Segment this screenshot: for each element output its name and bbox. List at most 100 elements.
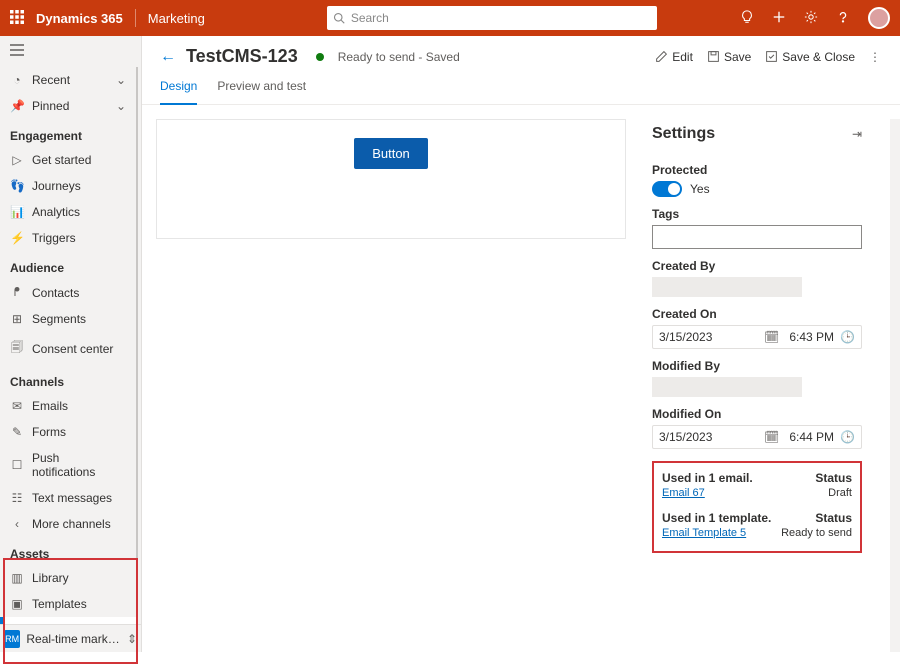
settings-panel: Settings ⇥ Protected Yes Tags Created By… — [648, 119, 880, 652]
sidebar-label: Get started — [32, 153, 91, 167]
block-icon: ⊕ — [10, 623, 24, 624]
sidebar-item-recent[interactable]: ◔ Recent ⌄ — [0, 67, 136, 93]
scrollbar[interactable] — [890, 119, 900, 652]
calendar-icon: 🗓 — [764, 330, 779, 344]
created-by-label: Created By — [652, 259, 862, 273]
content-button[interactable]: Button — [354, 138, 428, 169]
sidebar-item-push[interactable]: ☐Push notifications — [0, 445, 136, 485]
modified-on-field[interactable]: 3/15/2023 🗓 6:44 PM 🕒 — [652, 425, 862, 449]
hamburger-icon[interactable] — [0, 36, 141, 67]
mail-icon: ✉ — [10, 399, 24, 413]
divider — [135, 9, 136, 27]
modified-on-label: Modified On — [652, 407, 862, 421]
cmd-label: Save & Close — [782, 50, 855, 64]
template-usage-link[interactable]: Email Template 5 — [662, 527, 746, 539]
template-icon: ▣ — [10, 597, 24, 611]
protected-label: Protected — [652, 163, 862, 177]
sidebar-label: Templates — [32, 597, 87, 611]
sidebar-item-forms[interactable]: ✎ Forms — [0, 419, 136, 445]
sidebar-item-contacts[interactable]: ᖰContacts — [0, 279, 136, 306]
waffle-icon[interactable] — [10, 10, 24, 27]
used-email-label: Used in 1 email. — [662, 471, 753, 485]
settings-title: Settings — [652, 125, 715, 143]
sms-icon: ☷ — [10, 491, 24, 505]
avatar[interactable] — [868, 7, 890, 29]
sidebar-item-consent[interactable]: 🗐 Consent center — [0, 332, 136, 365]
sidebar-item-emails[interactable]: ✉ Emails — [0, 393, 136, 419]
journey-icon: 👣 — [10, 179, 24, 193]
clock-icon: 🕒 — [840, 330, 855, 344]
design-canvas: Button — [156, 119, 638, 652]
collapse-icon[interactable]: ⇥ — [852, 127, 862, 141]
sidebar-label: Consent center — [32, 342, 113, 356]
sidebar-item-segments[interactable]: ⊞Segments — [0, 306, 136, 332]
status-text: Ready to send - Saved — [338, 50, 460, 64]
section-audience: Audience — [0, 251, 136, 279]
section-channels: Channels — [0, 365, 136, 393]
sidebar-label: Pinned — [32, 99, 69, 113]
status-header: Status — [815, 471, 852, 485]
protected-toggle[interactable] — [652, 181, 682, 197]
sidebar-item-triggers[interactable]: ⚡Triggers — [0, 225, 136, 251]
sidebar-item-library[interactable]: ▥Library — [0, 565, 136, 591]
used-template-label: Used in 1 template. — [662, 511, 771, 525]
sidebar-item-more-channels[interactable]: ‹ More channels — [0, 511, 136, 537]
sidebar-item-pinned[interactable]: 📌 Pinned ⌄ — [0, 93, 136, 119]
form-icon: ✎ — [10, 425, 24, 439]
sidebar-item-content-blocks[interactable]: ⊕ Content blocks — [0, 617, 136, 624]
tags-label: Tags — [652, 207, 862, 221]
back-button[interactable]: ← — [160, 48, 176, 66]
created-on-label: Created On — [652, 307, 862, 321]
search-placeholder: Search — [351, 11, 389, 25]
email-usage-link[interactable]: Email 67 — [662, 487, 705, 499]
pin-icon: 📌 — [10, 99, 24, 113]
edit-button[interactable]: Edit — [655, 50, 693, 64]
save-button[interactable]: Save — [707, 50, 751, 64]
sidebar-label: More channels — [32, 517, 111, 531]
brand-label: Dynamics 365 — [36, 11, 123, 26]
help-icon[interactable] — [836, 10, 850, 27]
sidebar: ◔ Recent ⌄ 📌 Pinned ⌄ Engagement ▷Get st… — [0, 36, 142, 652]
sidebar-label: Content blocks — [32, 623, 111, 624]
date-value: 3/15/2023 — [659, 330, 758, 344]
sidebar-label: Push notifications — [32, 451, 126, 479]
created-on-field[interactable]: 3/15/2023 🗓 6:43 PM 🕒 — [652, 325, 862, 349]
plus-icon[interactable] — [772, 10, 786, 27]
play-icon: ▷ — [10, 153, 24, 167]
content-block-frame[interactable]: Button — [156, 119, 626, 239]
tags-input[interactable] — [652, 225, 862, 249]
global-search[interactable]: Search — [327, 6, 657, 30]
area-badge: RM — [4, 630, 20, 648]
overflow-menu[interactable]: ⋮ — [869, 50, 882, 64]
tab-design[interactable]: Design — [160, 71, 197, 105]
lightbulb-icon[interactable] — [740, 10, 754, 27]
time-value: 6:44 PM — [785, 430, 834, 444]
sidebar-item-templates[interactable]: ▣ Templates — [0, 591, 136, 617]
module-label[interactable]: Marketing — [148, 11, 205, 26]
area-label: Real-time marketi... — [26, 632, 121, 646]
sidebar-item-texts[interactable]: ☷Text messages — [0, 485, 136, 511]
date-value: 3/15/2023 — [659, 430, 758, 444]
save-close-button[interactable]: Save & Close — [765, 50, 855, 64]
trigger-icon: ⚡ — [10, 231, 24, 245]
area-switcher[interactable]: RM Real-time marketi... ⇕ — [0, 624, 141, 652]
sidebar-label: Forms — [32, 425, 66, 439]
sidebar-item-analytics[interactable]: 📊 Analytics — [0, 199, 136, 225]
global-header: Dynamics 365 Marketing Search — [0, 0, 900, 36]
gear-icon[interactable] — [804, 10, 818, 27]
chevron-down-icon: ⌄ — [116, 73, 126, 87]
consent-icon: 🗐 — [10, 338, 24, 359]
sidebar-label: Analytics — [32, 205, 80, 219]
chevron-left-icon: ‹ — [10, 517, 24, 531]
tab-strip: Design Preview and test — [142, 71, 900, 105]
clock-icon: ◔ — [10, 73, 24, 87]
sidebar-label: Journeys — [32, 179, 81, 193]
sidebar-item-get-started[interactable]: ▷ Get started — [0, 147, 136, 173]
cmd-label: Edit — [672, 50, 693, 64]
sidebar-label: Emails — [32, 399, 68, 413]
analytics-icon: 📊 — [10, 205, 24, 219]
tab-preview[interactable]: Preview and test — [217, 71, 306, 104]
calendar-icon: 🗓 — [764, 430, 779, 444]
sidebar-item-journeys[interactable]: 👣 Journeys — [0, 173, 136, 199]
page-title: TestCMS-123 — [186, 46, 298, 67]
